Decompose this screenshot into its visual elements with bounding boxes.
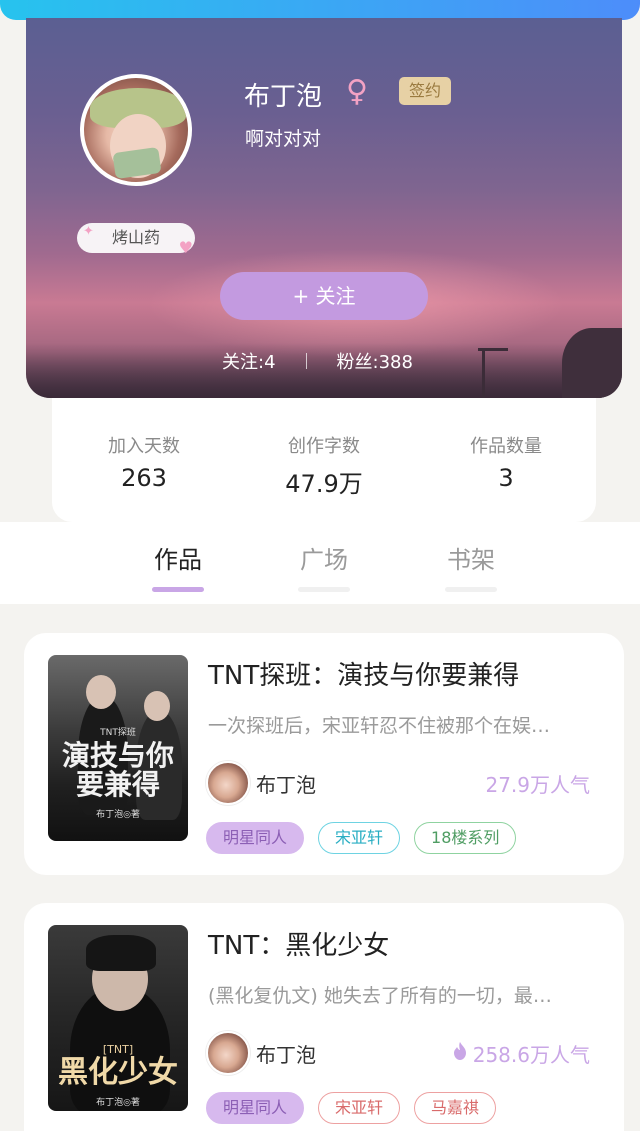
book-card[interactable]: [TNT] 黑化少女 布丁泡◎著 TNT：黑化少女 (黑化复仇文) 她失去了所有… [24, 903, 624, 1131]
tag[interactable]: 宋亚轩 [318, 822, 401, 854]
follow-counts: 关注:4 粉丝:388 [222, 348, 413, 374]
profile-tabs: 作品 广场 书架 [0, 522, 640, 604]
tree-silhouette [562, 328, 622, 398]
tag-list: 明星同人 宋亚轩 马嘉祺 [206, 1092, 497, 1124]
author-avatar [206, 761, 250, 805]
fans-count: 388 [378, 352, 413, 373]
fire-icon [451, 1041, 469, 1066]
stat-word-count: 创作字数 47.9万 [244, 432, 404, 499]
tag[interactable]: 明星同人 [206, 1092, 305, 1124]
signed-author-badge: 签约 [399, 77, 451, 105]
following-label: 关注: [222, 352, 265, 373]
popularity-count: 258.6万人气 [451, 1039, 590, 1068]
cover-title-text: 演技与你要兼得 [61, 739, 174, 802]
tab-bookshelf[interactable]: 书架 [431, 540, 511, 592]
cover-title-text: 黑化少女 [58, 1055, 178, 1090]
book-description: (黑化复仇文) 她失去了所有的一切，最… [208, 985, 552, 1007]
popularity-count: 27.9万人气 [485, 769, 590, 798]
top-strip [0, 0, 640, 20]
book-card[interactable]: TNT探班 演技与你要兼得 布丁泡◎著 TNT探班：演技与你要兼得 一次探班后，… [24, 633, 624, 875]
user-bio: 啊对对对 [245, 128, 322, 150]
sparkle-icon: ✦ [83, 224, 94, 239]
tag-list: 明星同人 宋亚轩 18楼系列 [206, 822, 517, 854]
following-count: 4 [264, 352, 276, 373]
tab-label: 广场 [300, 546, 348, 574]
streetlight-pole [482, 348, 485, 398]
following-link[interactable]: 关注:4 [222, 348, 276, 374]
book-cover[interactable]: TNT探班 演技与你要兼得 布丁泡◎著 [48, 655, 188, 841]
tag[interactable]: 马嘉祺 [414, 1092, 497, 1124]
level-badge[interactable]: ✦ 烤山药 ♥ [77, 223, 195, 257]
stat-works-count: 作品数量 3 [426, 432, 586, 492]
tab-indicator [152, 587, 204, 592]
book-title[interactable]: TNT探班：演技与你要兼得 [208, 655, 519, 692]
book-title[interactable]: TNT：黑化少女 [208, 925, 389, 962]
author-name: 布丁泡 [256, 1043, 316, 1067]
stat-value: 47.9万 [285, 470, 363, 498]
fans-label: 粉丝: [336, 352, 379, 373]
female-gender-icon: ♀ [346, 74, 368, 109]
user-avatar[interactable] [80, 74, 192, 186]
author-avatar [206, 1031, 250, 1075]
popularity-text: 258.6万人气 [472, 1043, 590, 1067]
stat-join-days: 加入天数 263 [64, 432, 224, 492]
stat-value: 3 [498, 464, 514, 492]
stat-label: 加入天数 [108, 436, 180, 457]
profile-header-background [26, 18, 622, 398]
stat-label: 创作字数 [288, 436, 360, 457]
tag[interactable]: 明星同人 [206, 822, 305, 854]
cover-author-text: 布丁泡◎著 [96, 810, 140, 820]
tab-label: 作品 [154, 546, 202, 574]
tag[interactable]: 18楼系列 [414, 822, 517, 854]
tab-indicator [445, 587, 497, 592]
counts-divider [305, 353, 307, 369]
level-badge-label: 烤山药 [111, 228, 160, 247]
stat-label: 作品数量 [470, 436, 542, 457]
stats-panel: 加入天数 263 创作字数 47.9万 作品数量 3 [52, 398, 596, 522]
tab-indicator [298, 587, 350, 592]
tab-square[interactable]: 广场 [284, 540, 364, 592]
book-description: 一次探班后，宋亚轩忍不住被那个在娱… [208, 715, 551, 737]
stat-value: 263 [121, 464, 167, 492]
heart-icon: ♥ [178, 238, 193, 257]
tag[interactable]: 宋亚轩 [318, 1092, 401, 1124]
author-name: 布丁泡 [256, 773, 316, 797]
popularity-text: 27.9万人气 [485, 773, 590, 797]
follow-button[interactable]: + 关注 [220, 272, 428, 320]
cover-series-text: TNT探班 [100, 728, 136, 738]
fans-link[interactable]: 粉丝:388 [337, 348, 413, 374]
user-name: 布丁泡 [244, 82, 323, 112]
cover-author-text: 布丁泡◎著 [96, 1098, 140, 1108]
tab-works[interactable]: 作品 [138, 540, 218, 592]
book-cover[interactable]: [TNT] 黑化少女 布丁泡◎著 [48, 925, 188, 1111]
tab-label: 书架 [447, 546, 495, 574]
